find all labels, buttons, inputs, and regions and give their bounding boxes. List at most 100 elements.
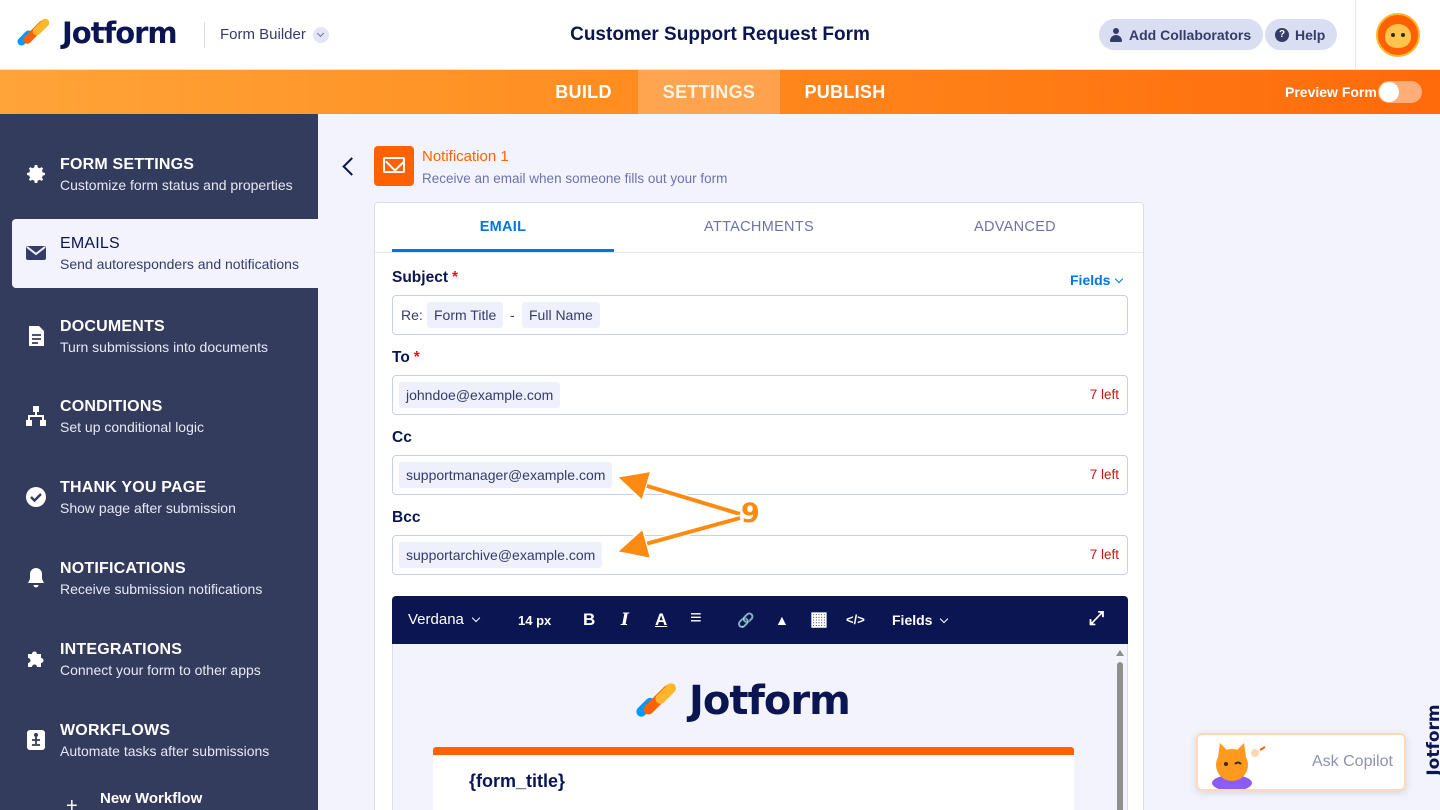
italic-icon[interactable]: I: [621, 610, 629, 630]
notification-title: Notification 1: [422, 148, 509, 165]
avatar-eye-right: [1401, 33, 1405, 37]
ask-copilot-button[interactable]: Ask Copilot: [1196, 733, 1406, 791]
settings-sidebar: FORM SETTINGS Customize form status and …: [0, 114, 318, 810]
help-button[interactable]: ? Help: [1265, 19, 1338, 50]
table-icon[interactable]: ▦: [810, 608, 828, 631]
subject-input[interactable]: Re: Form Title - Full Name: [392, 295, 1128, 335]
sidebar-item-title: CONDITIONS: [60, 398, 163, 415]
avatar-eye-left: [1391, 33, 1395, 37]
email-editor-body[interactable]: Jotform {form_title}: [392, 644, 1128, 810]
email-content-card: {form_title}: [433, 755, 1074, 810]
add-collaborators-label: Add Collaborators: [1129, 26, 1252, 43]
image-icon[interactable]: ▲: [775, 612, 789, 628]
expand-icon[interactable]: ⤢: [1089, 608, 1104, 630]
tab-advanced[interactable]: ADVANCED: [904, 219, 1126, 235]
back-arrow-icon[interactable]: [338, 156, 360, 178]
sidebar-item-subtitle: Connect your form to other apps: [60, 662, 261, 678]
sidebar-item-title: THANK YOU PAGE: [60, 479, 207, 496]
logo-text: Jotform: [62, 16, 178, 50]
envelope-icon: [26, 246, 46, 260]
copilot-cat-icon: [1212, 743, 1266, 789]
new-workflow-button[interactable]: New Workflow: [100, 790, 202, 807]
chevron-down-icon: [312, 26, 329, 43]
link-icon[interactable]: 🔗: [737, 612, 754, 629]
person-icon: [1109, 27, 1123, 42]
sidebar-item-title: EMAILS: [60, 235, 120, 252]
subject-token-form-title[interactable]: Form Title: [427, 302, 504, 328]
jotform-logo[interactable]: Jotform: [15, 16, 178, 50]
sidebar-item-emails[interactable]: EMAILS Send autoresponders and notificat…: [12, 219, 318, 288]
sidebar-item-documents[interactable]: DOCUMENTS Turn submissions into document…: [0, 302, 318, 372]
preview-form-label: Preview Form: [1285, 84, 1377, 100]
chevron-down-icon: [471, 613, 481, 623]
sidebar-item-workflows[interactable]: WORKFLOWS Automate tasks after submissio…: [0, 706, 318, 776]
text-color-icon[interactable]: A: [655, 610, 667, 630]
main-tab-bar: BUILD SETTINGS PUBLISH Preview Form: [0, 70, 1440, 114]
to-label: To *: [392, 349, 420, 366]
tab-publish[interactable]: PUBLISH: [780, 70, 910, 114]
cc-label: Cc: [392, 429, 412, 446]
sidebar-item-subtitle: Turn submissions into documents: [60, 339, 269, 355]
sidebar-item-title: DOCUMENTS: [60, 318, 165, 335]
editor-scrollbar[interactable]: [1115, 646, 1125, 810]
cc-input[interactable]: supportmanager@example.com 7 left: [392, 455, 1128, 495]
form-title[interactable]: Customer Support Request Form: [570, 24, 870, 45]
tab-build[interactable]: BUILD: [530, 70, 637, 114]
bold-icon[interactable]: B: [583, 610, 595, 630]
check-circle-icon: [26, 487, 46, 507]
sidebar-item-subtitle: Customize form status and properties: [60, 177, 293, 193]
subject-label: Subject *: [392, 269, 459, 286]
sidebar-item-conditions[interactable]: CONDITIONS Set up conditional logic: [0, 382, 318, 452]
form-title-placeholder: {form_title}: [469, 771, 566, 791]
scroll-thumb[interactable]: [1117, 662, 1123, 810]
add-collaborators-button[interactable]: Add Collaborators: [1099, 19, 1264, 50]
subject-prefix: Re:: [401, 307, 423, 323]
toggle-knob: [1379, 82, 1399, 102]
to-input[interactable]: johndoe@example.com 7 left: [392, 375, 1128, 415]
subject-fields-dropdown[interactable]: Fields: [1070, 272, 1124, 288]
subject-token-full-name[interactable]: Full Name: [522, 302, 600, 328]
sidebar-item-integrations[interactable]: INTEGRATIONS Connect your form to other …: [0, 625, 318, 695]
rich-text-toolbar: Verdana 14 px B I A ≡ 🔗 ▲ ▦ </> Fields ⤢: [392, 596, 1128, 644]
tab-email[interactable]: EMAIL: [392, 219, 614, 235]
subject-separator: -: [510, 307, 515, 323]
cc-remaining-count: 7 left: [1089, 467, 1119, 482]
header-divider-right: [1355, 0, 1356, 70]
avatar[interactable]: [1376, 13, 1420, 57]
sidebar-item-title: FORM SETTINGS: [60, 156, 195, 173]
avatar-face-icon: [1385, 24, 1411, 48]
sidebar-item-title: NOTIFICATIONS: [60, 560, 186, 577]
sidebar-item-subtitle: Automate tasks after submissions: [60, 743, 270, 759]
sidebar-item-notifications[interactable]: NOTIFICATIONS Receive submission notific…: [0, 544, 318, 614]
help-label: Help: [1295, 26, 1326, 43]
sidebar-item-form-settings[interactable]: FORM SETTINGS Customize form status and …: [0, 140, 318, 210]
bcc-email-chip[interactable]: supportarchive@example.com: [399, 542, 603, 568]
align-icon[interactable]: ≡: [690, 607, 702, 630]
font-family-dropdown[interactable]: Verdana: [408, 611, 481, 628]
preview-form-toggle[interactable]: [1378, 81, 1422, 103]
document-icon: [29, 326, 44, 346]
sidebar-item-thank-you-page[interactable]: THANK YOU PAGE Show page after submissio…: [0, 463, 318, 533]
bcc-label: Bcc: [392, 509, 421, 526]
editor-fields-dropdown[interactable]: Fields: [892, 612, 949, 628]
tab-settings[interactable]: SETTINGS: [638, 70, 780, 114]
form-builder-dropdown[interactable]: Form Builder: [220, 26, 329, 43]
scroll-up-arrow-icon[interactable]: [1116, 650, 1124, 656]
font-size-dropdown[interactable]: 14 px: [518, 613, 551, 628]
chevron-down-icon: [1115, 274, 1124, 284]
puzzle-icon: [28, 651, 44, 667]
plus-icon: +: [66, 795, 78, 810]
tab-attachments[interactable]: ATTACHMENTS: [648, 219, 870, 235]
cc-email-chip[interactable]: supportmanager@example.com: [399, 462, 613, 488]
jotform-vertical-logo: Jotform: [1424, 704, 1440, 776]
code-icon[interactable]: </>: [846, 612, 865, 627]
sidebar-item-subtitle: Set up conditional logic: [60, 419, 204, 435]
email-header-strip: [433, 747, 1074, 755]
tabs-divider: [375, 252, 1143, 253]
help-icon: ?: [1275, 27, 1289, 42]
header-divider: [204, 22, 205, 48]
notification-description: Receive an email when someone fills out …: [422, 171, 728, 186]
to-email-chip[interactable]: johndoe@example.com: [399, 382, 561, 408]
top-header: Jotform Form Builder Customer Support Re…: [0, 0, 1440, 70]
bcc-input[interactable]: supportarchive@example.com 7 left: [392, 535, 1128, 575]
